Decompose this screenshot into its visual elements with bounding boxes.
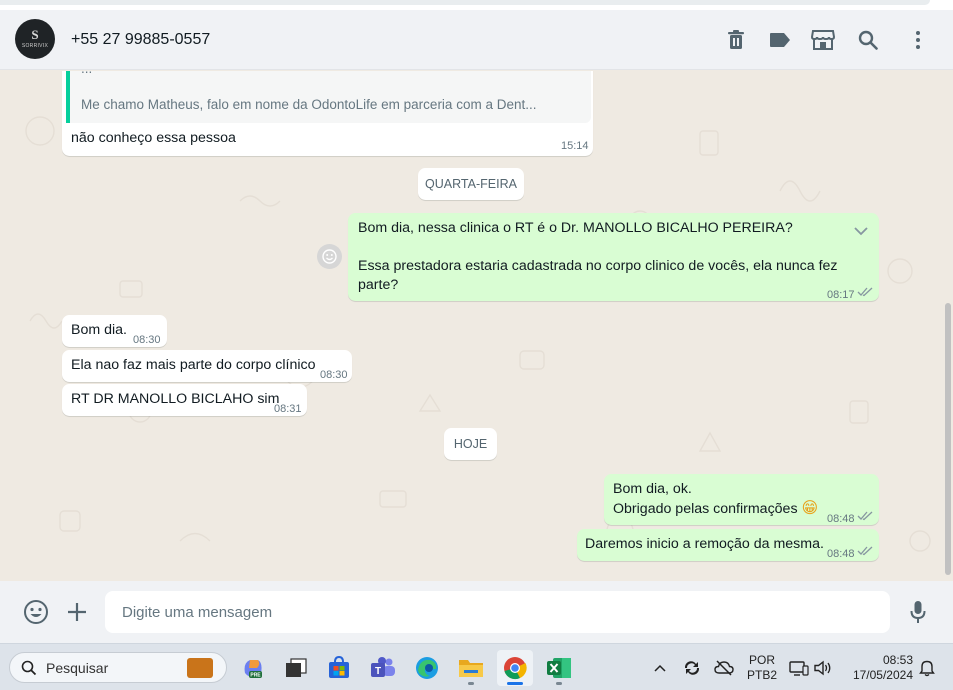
message-input[interactable] <box>105 591 890 633</box>
message-time: 08:31 <box>274 403 302 415</box>
input-language[interactable]: POR PTB2 <box>745 653 779 683</box>
app-active-indicator <box>507 682 523 685</box>
message-text-line2: Essa prestadora estaria cadastrada no co… <box>358 258 838 293</box>
edge-icon[interactable] <box>409 650 445 686</box>
file-explorer-icon[interactable] <box>453 650 489 686</box>
message-text-line1: Bom dia, nessa clinica o RT é o Dr. MANO… <box>358 220 793 236</box>
catalog-store-icon[interactable] <box>811 28 835 52</box>
grinning-emoji: 😁 <box>801 500 819 517</box>
volume-icon[interactable] <box>812 644 834 690</box>
message-text: Bom dia. <box>71 322 127 338</box>
app-running-indicator <box>468 682 474 685</box>
system-clock[interactable]: 08:53 17/05/2024 <box>843 653 913 683</box>
search-label: Pesquisar <box>46 660 109 676</box>
top-scroll-bar <box>0 0 930 5</box>
search-icon <box>21 660 37 676</box>
quoted-message-first-line: ... <box>81 71 92 76</box>
message-bubble-outgoing[interactable]: Daremos inicio a remoção da mesma. 08:48 <box>577 529 879 561</box>
avatar-brand: SORRIVIX <box>21 43 49 49</box>
message-text: Daremos inicio a remoção da mesma. <box>585 536 824 552</box>
notification-bell-icon[interactable] <box>916 644 938 690</box>
message-bubble-incoming[interactable]: Bom dia. 08:30 <box>62 315 167 347</box>
message-time: 08:48 <box>827 548 855 560</box>
message-bubble-outgoing[interactable]: Bom dia, ok. Obrigado pelas confirmações… <box>604 474 879 525</box>
task-view-icon[interactable] <box>278 650 314 686</box>
taskbar-search[interactable]: Pesquisar <box>9 652 227 683</box>
message-time: 08:17 <box>827 289 855 301</box>
excel-icon[interactable] <box>541 650 577 686</box>
message-text-line2-wrap: Obrigado pelas confirmações 😁 <box>613 499 818 519</box>
menu-dots-icon[interactable] <box>906 28 930 52</box>
display-icon[interactable] <box>788 644 810 690</box>
day-separator: HOJE <box>444 428 497 460</box>
copilot-icon[interactable]: PRE <box>235 650 271 686</box>
quoted-message-text: Me chamo Matheus, falo em nome da Odonto… <box>81 97 537 112</box>
quoted-message[interactable]: ... Me chamo Matheus, falo em nome da Od… <box>66 71 591 123</box>
microphone-icon[interactable] <box>905 599 931 625</box>
svg-text:T: T <box>375 666 381 677</box>
app-running-indicator <box>556 682 562 685</box>
chevron-up-icon[interactable] <box>650 644 670 690</box>
briefcase-icon <box>187 658 213 678</box>
message-time: 15:14 <box>561 140 589 152</box>
svg-text:PRE: PRE <box>250 673 261 679</box>
clock-date: 17/05/2024 <box>852 668 913 682</box>
chat-scrollbar[interactable] <box>945 303 951 575</box>
message-text: RT DR MANOLLO BICLAHO sim <box>71 391 280 407</box>
message-text-line2: Obrigado pelas confirmações <box>613 501 798 517</box>
message-text-line1: Bom dia, ok. <box>613 481 692 497</box>
window-top-strip <box>0 0 953 10</box>
chat-area[interactable]: ... Me chamo Matheus, falo em nome da Od… <box>0 71 953 581</box>
teams-icon[interactable]: T <box>365 650 401 686</box>
avatar-letter: S <box>31 27 39 42</box>
network-offline-icon[interactable] <box>712 644 736 690</box>
message-text: não conheço essa pessoa <box>71 130 236 146</box>
sync-icon[interactable] <box>680 644 704 690</box>
trash-icon[interactable] <box>724 28 748 52</box>
store-icon[interactable] <box>321 650 357 686</box>
day-separator: QUARTA-FEIRA <box>418 168 524 200</box>
message-bubble-outgoing[interactable]: Bom dia, nessa clinica o RT é o Dr. MANO… <box>348 213 879 301</box>
contact-name[interactable]: +55 27 99885-0557 <box>71 31 210 49</box>
reaction-emoji-icon[interactable] <box>317 244 342 269</box>
message-bubble-incoming[interactable]: RT DR MANOLLO BICLAHO sim 08:31 <box>62 384 307 416</box>
read-ticks-icon <box>857 546 873 556</box>
chat-header: S SORRIVIX +55 27 99885-0557 <box>0 10 953 70</box>
message-time: 08:30 <box>133 334 161 346</box>
message-time: 08:48 <box>827 513 855 525</box>
language-code: POR <box>748 653 775 667</box>
search-icon[interactable] <box>856 28 880 52</box>
read-ticks-icon <box>857 511 873 521</box>
message-bubble-incoming[interactable]: Ela nao faz mais parte do corpo clínico … <box>62 350 352 382</box>
clock-time: 08:53 <box>882 653 913 667</box>
attach-plus-icon[interactable] <box>64 599 90 625</box>
read-ticks-icon <box>857 287 873 297</box>
label-icon[interactable] <box>768 28 792 52</box>
message-composer <box>0 581 953 643</box>
windows-taskbar: Pesquisar PRE T POR PTB2 08:53 17/05/202… <box>0 643 953 690</box>
chrome-icon[interactable] <box>497 650 533 686</box>
chevron-down-icon[interactable] <box>854 223 868 242</box>
avatar[interactable]: S SORRIVIX <box>15 19 55 59</box>
message-time: 08:30 <box>320 369 348 381</box>
message-text: Ela nao faz mais parte do corpo clínico <box>71 357 316 373</box>
keyboard-layout: PTB2 <box>746 668 777 682</box>
emoji-icon[interactable] <box>23 599 49 625</box>
